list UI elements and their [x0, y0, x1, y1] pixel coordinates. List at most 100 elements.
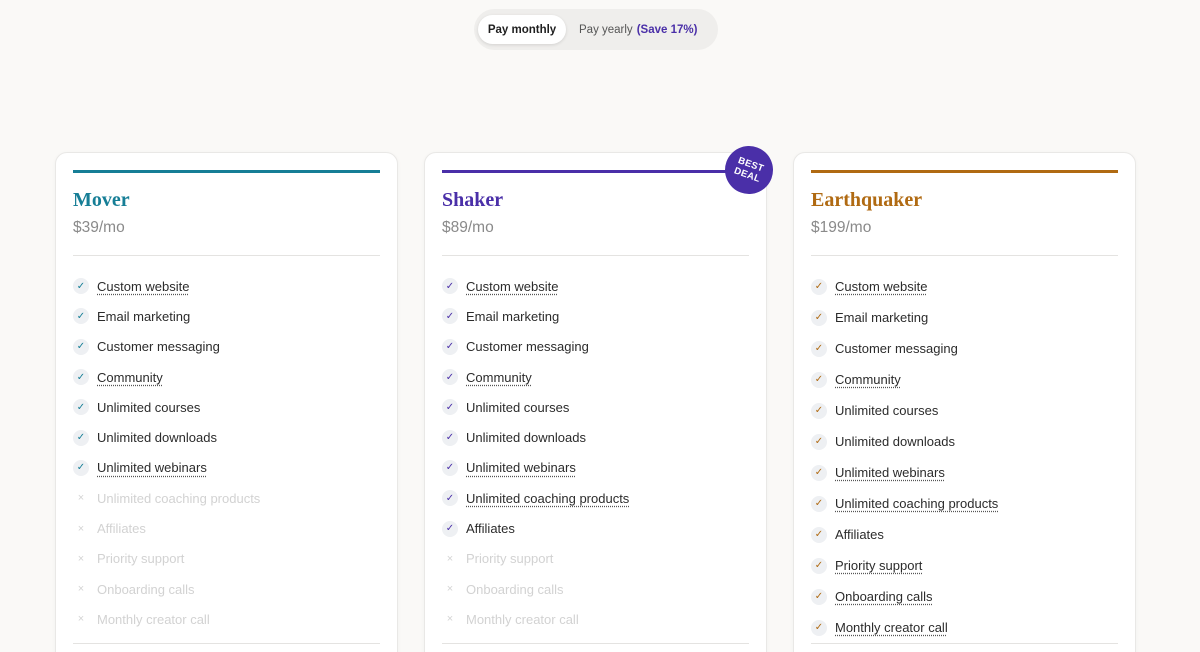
- feature-item: ✓ Customer messaging: [442, 332, 749, 362]
- check-icon: ✓: [811, 371, 827, 388]
- feature-item: ✓ Unlimited webinars: [811, 457, 1118, 488]
- feature-label: Onboarding calls: [466, 581, 564, 597]
- check-icon: ✓: [442, 338, 458, 355]
- plan-name: Shaker: [442, 189, 504, 211]
- check-icon: ✓: [442, 490, 458, 507]
- check-icon: ✓: [442, 369, 458, 386]
- feature-item: ✓ Affiliates: [442, 513, 749, 543]
- plan-accent-rule: [811, 170, 1118, 173]
- feature-item: ✓ Unlimited coaching products: [811, 488, 1118, 519]
- feature-label: Affiliates: [835, 527, 884, 542]
- check-icon: ✓: [442, 308, 458, 325]
- billing-toggle: Pay monthly Pay yearly (Save 17%): [474, 9, 718, 50]
- check-icon: ✓: [442, 399, 458, 416]
- check-icon: ✓: [811, 309, 827, 326]
- feature-list: ✓ Custom website ✓ Email marketing ✓ Customer…: [811, 271, 1118, 643]
- feature-item: ✓ Community: [442, 362, 749, 392]
- feature-label: Unlimited courses: [835, 403, 939, 418]
- feature-label[interactable]: Community: [835, 372, 901, 387]
- feature-item: ✓ Unlimited courses: [442, 392, 749, 422]
- feature-item: ✓ Monthly creator call: [811, 612, 1118, 643]
- feature-item: ✓ Email marketing: [73, 301, 380, 331]
- feature-item: ✓ Email marketing: [442, 301, 749, 331]
- plan-card-mover: Mover $39/mo ✓ Custom website ✓ Email marke…: [55, 152, 398, 652]
- pay-yearly-option[interactable]: Pay yearly (Save 17%): [566, 15, 697, 44]
- feature-item: × Priority support: [442, 544, 749, 574]
- feature-item: ✓ Custom website: [811, 271, 1118, 302]
- feature-label[interactable]: Unlimited webinars: [835, 465, 945, 480]
- feature-label[interactable]: Monthly creator call: [835, 620, 948, 635]
- feature-item: ✓ Unlimited courses: [73, 392, 380, 422]
- feature-label: Priority support: [97, 551, 185, 567]
- pay-yearly-label: Pay yearly: [579, 23, 633, 36]
- feature-label: Unlimited downloads: [466, 430, 586, 446]
- cross-icon: ×: [446, 583, 454, 596]
- check-icon: ✓: [811, 464, 827, 481]
- feature-label[interactable]: Custom website: [466, 279, 558, 294]
- feature-item: × Affiliates: [73, 513, 380, 543]
- feature-label[interactable]: Custom website: [97, 279, 189, 294]
- plan-accent-rule: [73, 170, 380, 173]
- feature-item: × Onboarding calls: [73, 574, 380, 604]
- feature-label: Email marketing: [466, 308, 560, 324]
- plan-name: Mover: [73, 189, 130, 211]
- pay-monthly-option[interactable]: Pay monthly: [478, 15, 566, 44]
- divider: [442, 643, 749, 644]
- feature-label: Unlimited courses: [466, 399, 570, 415]
- check-icon: ✓: [442, 459, 458, 476]
- check-icon: ✓: [811, 278, 827, 295]
- feature-label[interactable]: Community: [466, 370, 532, 385]
- cross-icon: ×: [446, 613, 454, 626]
- feature-label[interactable]: Onboarding calls: [835, 589, 933, 604]
- feature-label: Customer messaging: [466, 339, 589, 355]
- feature-item: × Monthly creator call: [73, 604, 380, 634]
- feature-item: ✓ Community: [811, 364, 1118, 395]
- check-icon: ✓: [442, 520, 458, 537]
- check-icon: ✓: [73, 308, 89, 325]
- feature-item: ✓ Unlimited webinars: [442, 453, 749, 483]
- cross-icon: ×: [77, 492, 85, 505]
- check-icon: ✓: [442, 429, 458, 446]
- feature-label: Affiliates: [97, 521, 146, 537]
- feature-label: Email marketing: [97, 308, 191, 324]
- divider: [73, 643, 380, 644]
- feature-item: ✓ Priority support: [811, 550, 1118, 581]
- feature-item: × Onboarding calls: [442, 574, 749, 604]
- feature-list: ✓ Custom website ✓ Email marketing ✓ Customer…: [442, 271, 749, 635]
- check-icon: ✓: [811, 433, 827, 450]
- divider: [811, 643, 1118, 644]
- feature-label: Unlimited courses: [97, 399, 201, 415]
- yearly-savings-label: (Save 17%): [636, 23, 698, 36]
- feature-label[interactable]: Unlimited coaching products: [466, 491, 629, 506]
- check-icon: ✓: [73, 429, 89, 446]
- plan-name: Earthquaker: [811, 189, 923, 211]
- feature-label[interactable]: Custom website: [835, 279, 927, 294]
- feature-label: Monthly creator call: [97, 611, 210, 627]
- check-icon: ✓: [442, 278, 458, 295]
- feature-item: ✓ Customer messaging: [73, 332, 380, 362]
- feature-label[interactable]: Community: [97, 370, 163, 385]
- feature-label: Monthly creator call: [466, 611, 579, 627]
- check-icon: ✓: [73, 399, 89, 416]
- feature-label[interactable]: Unlimited coaching products: [835, 496, 998, 511]
- check-icon: ✓: [811, 619, 827, 636]
- divider: [811, 255, 1118, 256]
- divider: [73, 255, 380, 256]
- check-icon: ✓: [811, 340, 827, 357]
- feature-label[interactable]: Unlimited webinars: [97, 460, 207, 475]
- feature-item: ✓ Custom website: [442, 271, 749, 301]
- feature-label: Affiliates: [466, 521, 515, 537]
- feature-label: Onboarding calls: [97, 581, 195, 597]
- feature-label[interactable]: Unlimited webinars: [466, 460, 576, 475]
- divider: [442, 255, 749, 256]
- plan-card-earthquaker: Earthquaker $199/mo ✓ Custom website ✓ Emai…: [793, 152, 1136, 652]
- feature-item: ✓ Email marketing: [811, 302, 1118, 333]
- feature-item: ✓ Unlimited downloads: [811, 426, 1118, 457]
- feature-label[interactable]: Priority support: [835, 558, 922, 573]
- feature-item: × Priority support: [73, 544, 380, 574]
- feature-item: ✓ Unlimited downloads: [442, 422, 749, 452]
- check-icon: ✓: [73, 278, 89, 295]
- feature-item: × Unlimited coaching products: [73, 483, 380, 513]
- feature-item: ✓ Unlimited webinars: [73, 453, 380, 483]
- feature-item: ✓ Affiliates: [811, 519, 1118, 550]
